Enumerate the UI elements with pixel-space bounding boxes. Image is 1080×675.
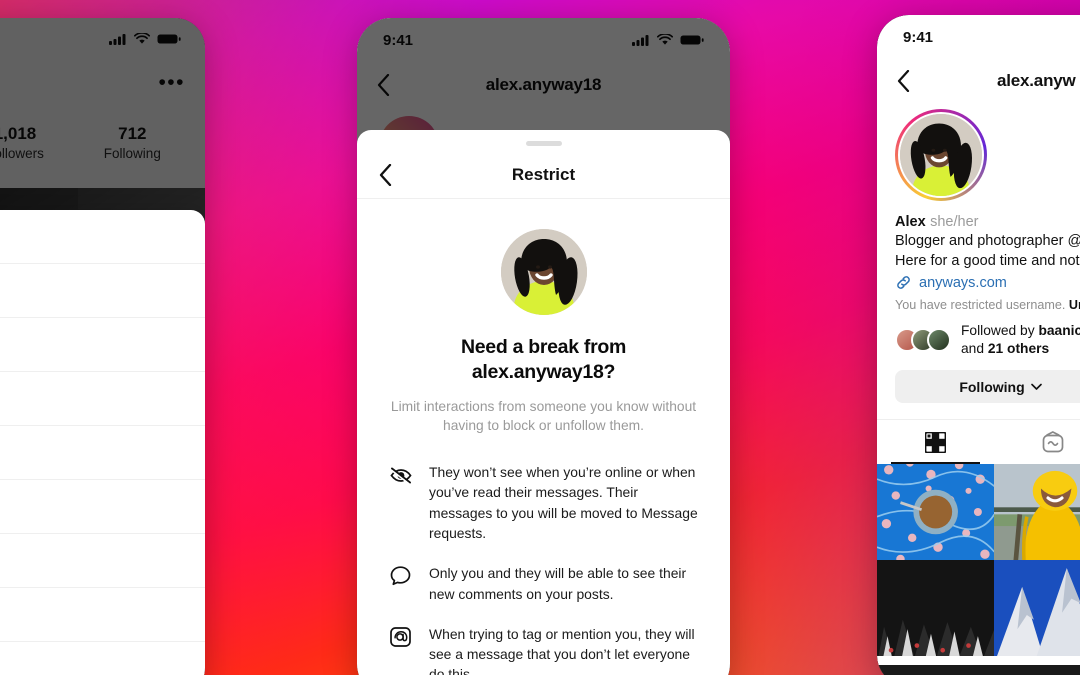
right-profile-bio: Alex she/her Blogger and photographer @p… (877, 201, 1080, 312)
restrict-subtitle: Limit interactions from someone you know… (390, 398, 697, 434)
right-profile-top: 574 Posts (877, 103, 1080, 201)
comment-bubble-icon (389, 563, 415, 587)
restrict-bullet: They won’t see when you’re online or whe… (389, 462, 698, 543)
right-profile-tabs (877, 419, 1080, 465)
right-status-bar: 9:41 (877, 15, 1080, 59)
right-phone-screen: 9:41 alex.anyw Alex she/her Blogger and … (877, 15, 1080, 675)
restricted-notice: You have restricted username. Un (895, 298, 1080, 312)
left-stat-followers[interactable]: 1,018 Followers (0, 124, 54, 161)
left-status-bar (0, 18, 205, 60)
grid-photo[interactable] (877, 560, 995, 657)
restricted-notice-action[interactable]: Un (1069, 298, 1080, 312)
tab-igtv[interactable] (994, 420, 1080, 464)
restrict-heading-line1: Need a break from (460, 336, 627, 358)
grid-icon (925, 431, 947, 453)
wifi-icon (134, 33, 150, 45)
restrict-bullet: Only you and they will be able to see th… (389, 563, 698, 604)
sheet-item-remove-follower[interactable]: ove follower (0, 534, 205, 588)
left-profile-header: anyway18 ••• (0, 60, 205, 106)
igtv-icon (1042, 431, 1064, 453)
home-indicator-bar (877, 665, 1080, 675)
sheet-item-hide-shared-activity[interactable]: ared activity (0, 426, 205, 480)
tab-grid[interactable] (877, 420, 994, 465)
restrict-bullet: When trying to tag or mention you, they … (389, 624, 698, 675)
grid-photo[interactable] (994, 560, 1080, 657)
right-profile-buttons: Following (877, 358, 1080, 404)
sheet-item-restrict[interactable]: Restrict (0, 210, 205, 264)
followed-by-and: and (961, 341, 988, 357)
at-mention-icon (389, 624, 415, 648)
left-stat-label: Following (103, 146, 161, 161)
sheet-item-about-account[interactable]: this account (0, 372, 205, 426)
left-phone-screen: anyway18 ••• 4 ts 1,018 Followers 712 Fo… (0, 18, 205, 675)
sheet-item-report[interactable]: Report (0, 318, 205, 372)
grid-photo[interactable] (877, 464, 995, 561)
right-photo-grid (877, 464, 1080, 657)
left-profile-stats: 4 ts 1,018 Followers 712 Following (0, 106, 205, 177)
restrict-heading-line2: alex.anyway18? (471, 360, 616, 383)
restrict-sheet-title: Restrict (511, 164, 576, 184)
chevron-down-icon (1030, 383, 1042, 391)
followed-by-text: Followed by baanic and 21 others (961, 322, 1080, 358)
restrict-sheet: Restrict Need a break from alex.anyway18… (357, 130, 730, 675)
link-icon (895, 274, 912, 291)
restrict-heading: Need a break from alex.anyway18? (387, 335, 700, 385)
followed-by-row[interactable]: Followed by baanic and 21 others (877, 312, 1080, 358)
sheet-item-share-profile[interactable]: this profile (0, 642, 205, 675)
drag-handle[interactable] (525, 141, 562, 146)
following-button[interactable]: Following (895, 370, 1080, 404)
facepile-avatar (927, 328, 951, 353)
followed-by-prefix: Followed by (961, 323, 1039, 338)
profile-avatar (500, 229, 587, 315)
restrict-sheet-header: Restrict (357, 151, 730, 199)
restrict-bullet-text: They won’t see when you’re online or whe… (429, 464, 698, 541)
followed-by-others: 21 others (987, 341, 1050, 357)
center-phone-mockup: 9:41 alex.anyway18 (357, 18, 730, 675)
sheet-item-hide-your-story[interactable]: your story (0, 480, 205, 534)
restrict-bullet-text: Only you and they will be able to see th… (429, 565, 687, 602)
left-stat-label: Followers (0, 146, 44, 161)
left-stat-number: 1,018 (0, 124, 37, 143)
right-bio-line-2: Here for a good time and not a (895, 253, 1080, 269)
left-stat-following[interactable]: 712 Following (93, 124, 171, 161)
left-action-sheet: Restrict Block Report this account ared … (0, 210, 205, 675)
right-display-name: Alex (895, 214, 926, 230)
right-bio-link-row[interactable]: anyways.com (895, 274, 1080, 291)
center-phone-screen: 9:41 alex.anyway18 (357, 18, 730, 675)
right-bio-line-1: Blogger and photographer @p (895, 231, 1080, 251)
right-bio-link: anyways.com (919, 274, 1007, 291)
chevron-left-icon[interactable] (897, 70, 910, 92)
facepile (895, 328, 951, 353)
right-display-name-row: Alex she/her (895, 213, 1080, 231)
grid-photo[interactable] (994, 464, 1080, 561)
followed-by-user: baanic (1038, 323, 1080, 338)
right-nav-bar: alex.anyw (877, 59, 1080, 103)
cellular-signal-icon (109, 33, 127, 45)
right-phone-mockup: 9:41 alex.anyw Alex she/her Blogger and … (877, 15, 1080, 675)
right-nav-title: alex.anyw (997, 71, 1076, 90)
restricted-notice-text: You have restricted username. (895, 298, 1069, 312)
right-bio-text: Blogger and photographer @p (895, 233, 1080, 249)
right-status-time: 9:41 (903, 28, 934, 46)
eye-off-icon (389, 462, 415, 486)
right-pronouns: she/her (930, 214, 979, 230)
more-options-icon[interactable]: ••• (158, 72, 185, 93)
restrict-sheet-body: Need a break from alex.anyway18? Limit i… (357, 199, 730, 675)
left-phone-mockup: anyway18 ••• 4 ts 1,018 Followers 712 Fo… (0, 18, 205, 675)
profile-avatar-with-story-ring[interactable] (895, 109, 987, 201)
right-profile-counts: 574 Posts (987, 109, 1080, 172)
restrict-bullet-list: They won’t see when you’re online or whe… (387, 462, 700, 675)
battery-icon (157, 33, 181, 45)
following-button-label: Following (959, 378, 1025, 395)
sheet-item-copy-profile-url[interactable]: profile URL (0, 588, 205, 642)
chevron-left-icon[interactable] (379, 163, 392, 186)
sheet-item-block[interactable]: Block (0, 264, 205, 318)
restrict-bullet-text: When trying to tag or mention you, they … (429, 625, 695, 675)
left-stat-number: 712 (118, 124, 147, 143)
